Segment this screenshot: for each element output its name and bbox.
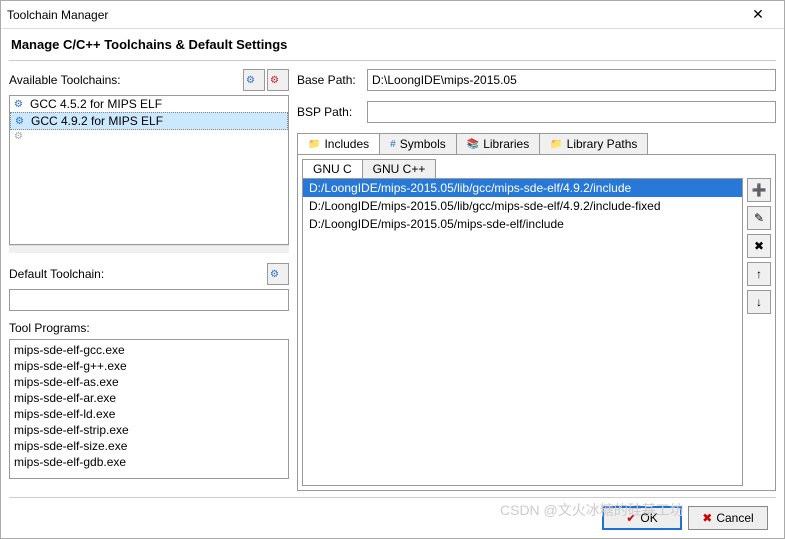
refresh-toolchain-button[interactable]: ⚙: [243, 69, 265, 91]
cancel-button[interactable]: ✖Cancel: [688, 506, 768, 530]
includes-list[interactable]: D:/LoongIDE/mips-2015.05/lib/gcc/mips-sd…: [302, 178, 743, 486]
folder-icon: 📁: [308, 139, 320, 150]
default-toolchain-label: Default Toolchain:: [9, 267, 265, 281]
hash-icon: #: [390, 139, 396, 150]
toolchain-list[interactable]: ⚙GCC 4.5.2 for MIPS ELF ⚙GCC 4.9.2 for M…: [9, 95, 289, 245]
list-item: mips-sde-elf-gcc.exe: [14, 342, 284, 358]
include-item[interactable]: D:/LoongIDE/mips-2015.05/mips-sde-elf/in…: [303, 215, 742, 233]
default-toolchain-input[interactable]: [9, 289, 289, 311]
move-down-button[interactable]: ↓: [747, 290, 771, 314]
gear-icon: ⚙: [14, 131, 26, 142]
books-icon: 📚: [467, 139, 479, 150]
tab-libraries[interactable]: 📚Libraries: [456, 133, 540, 154]
edit-icon: ✎: [754, 211, 764, 225]
gear-icon: ⚙: [14, 99, 26, 110]
bsp-path-label: BSP Path:: [297, 105, 367, 119]
window-title: Toolchain Manager: [7, 8, 738, 22]
divider: [9, 60, 776, 61]
edit-include-button[interactable]: ✎: [747, 206, 771, 230]
down-icon: ↓: [756, 295, 762, 309]
page-subtitle: Manage C/C++ Toolchains & Default Settin…: [1, 29, 784, 60]
list-item: mips-sde-elf-g++.exe: [14, 358, 284, 374]
available-label: Available Toolchains:: [9, 73, 241, 87]
tool-programs-list: mips-sde-elf-gcc.exe mips-sde-elf-g++.ex…: [9, 339, 289, 479]
remove-toolchain-button[interactable]: ⚙: [267, 69, 289, 91]
gear-icon: ⚙: [15, 116, 27, 127]
list-item: mips-sde-elf-ar.exe: [14, 390, 284, 406]
base-path-label: Base Path:: [297, 73, 367, 87]
move-up-button[interactable]: ↑: [747, 262, 771, 286]
add-include-button[interactable]: ➕: [747, 178, 771, 202]
toolchain-label: GCC 4.5.2 for MIPS ELF: [30, 97, 162, 111]
toolchain-label: GCC 4.9.2 for MIPS ELF: [31, 114, 163, 128]
toolchain-item[interactable]: ⚙ GCC 4.9.2 for MIPS ELF: [10, 112, 288, 130]
base-path-input[interactable]: [367, 69, 776, 91]
set-default-button[interactable]: ⚙: [267, 263, 289, 285]
check-icon: ✔: [626, 511, 636, 525]
list-item: mips-sde-elf-size.exe: [14, 438, 284, 454]
gear-icon: ⚙: [270, 269, 282, 280]
gear-remove-icon: ⚙: [270, 75, 282, 86]
toolchain-item[interactable]: ⚙ GCC 4.5.2 for MIPS ELF: [10, 96, 288, 112]
include-item[interactable]: D:/LoongIDE/mips-2015.05/lib/gcc/mips-sd…: [303, 179, 742, 197]
list-item: mips-sde-elf-ld.exe: [14, 406, 284, 422]
tab-symbols[interactable]: #Symbols: [379, 133, 457, 154]
include-item[interactable]: D:/LoongIDE/mips-2015.05/lib/gcc/mips-sd…: [303, 197, 742, 215]
close-icon[interactable]: ✕: [738, 6, 778, 23]
tool-programs-label: Tool Programs:: [9, 321, 289, 335]
detail-tabs: 📁Includes #Symbols 📚Libraries 📁Library P…: [297, 133, 776, 154]
bsp-path-input[interactable]: [367, 101, 776, 123]
list-item: mips-sde-elf-as.exe: [14, 374, 284, 390]
scrollbar[interactable]: [9, 245, 289, 253]
delete-icon: ✖: [754, 239, 764, 253]
up-icon: ↑: [756, 267, 762, 281]
tab-library-paths[interactable]: 📁Library Paths: [539, 133, 648, 154]
list-item: mips-sde-elf-strip.exe: [14, 422, 284, 438]
subtab-gnuc[interactable]: GNU C: [302, 159, 363, 178]
dialog-footer: ✔OK ✖Cancel: [9, 497, 776, 538]
add-icon: ➕: [752, 183, 767, 197]
delete-include-button[interactable]: ✖: [747, 234, 771, 258]
subtab-gnucpp[interactable]: GNU C++: [362, 159, 437, 178]
tab-includes[interactable]: 📁Includes: [297, 133, 380, 154]
cross-icon: ✖: [702, 511, 712, 525]
list-item: mips-sde-elf-gdb.exe: [14, 454, 284, 470]
titlebar: Toolchain Manager ✕: [1, 1, 784, 29]
toolchain-item-empty[interactable]: ⚙: [10, 130, 288, 143]
ok-button[interactable]: ✔OK: [602, 506, 682, 530]
gear-icon: ⚙: [246, 75, 258, 86]
folder-icon: 📁: [550, 139, 562, 150]
